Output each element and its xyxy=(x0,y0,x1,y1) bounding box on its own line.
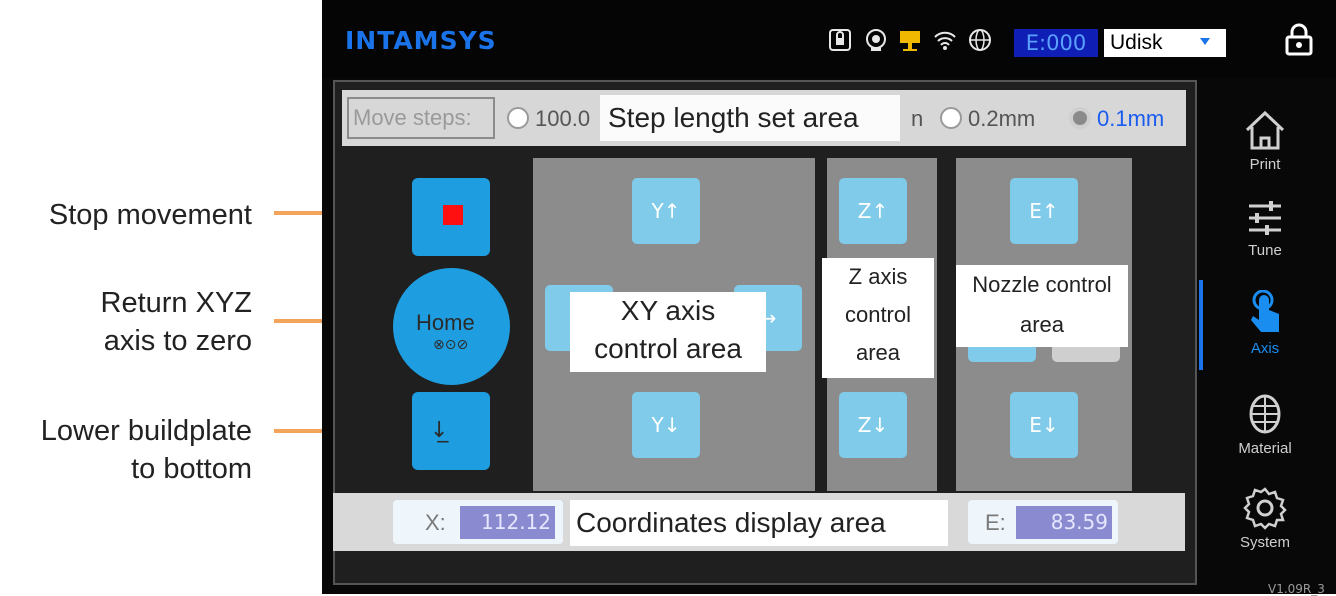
globe-icon xyxy=(968,28,992,52)
y-up-button[interactable]: Y↑ xyxy=(632,178,700,244)
z-down-button[interactable]: Z↓ xyxy=(839,392,907,458)
step-area-label: Step length set area xyxy=(600,95,900,141)
stop-icon xyxy=(443,205,463,225)
nav-system-label: System xyxy=(1239,534,1290,551)
step-radio-02[interactable] xyxy=(940,107,962,129)
nav-tune[interactable]: Tune xyxy=(1210,198,1320,259)
z-area-label-line1: Z axis xyxy=(848,264,908,289)
active-nav-indicator xyxy=(1199,280,1203,370)
callout-lower: Lower buildplate to bottom xyxy=(0,412,252,488)
nozzle-area-label: Nozzle control area xyxy=(956,265,1128,347)
z-area-label: Z axis control area xyxy=(822,258,934,378)
callout-home: Return XYZ axis to zero xyxy=(0,284,253,360)
step-radio-01[interactable] xyxy=(1069,107,1091,129)
z-up-button[interactable]: Z↑ xyxy=(839,178,907,244)
nav-axis-label: Axis xyxy=(1250,340,1280,357)
e-coord-value: 83.59 xyxy=(1016,506,1112,539)
usb-lock-icon xyxy=(828,28,852,52)
lock-icon[interactable] xyxy=(1285,22,1313,56)
callout-lower-line2: to bottom xyxy=(131,453,252,485)
step-option-01[interactable]: 0.1mm xyxy=(1097,106,1164,132)
lower-icon: ↓̲ xyxy=(430,418,449,443)
sliders-icon xyxy=(1249,201,1281,235)
gear-icon xyxy=(1243,487,1287,530)
x-coord-value: 112.12 xyxy=(460,506,555,539)
callout-home-line1: Return XYZ xyxy=(100,287,253,319)
move-steps-label: Move steps: xyxy=(347,97,495,139)
nav-system[interactable]: System xyxy=(1210,486,1320,551)
xyz-icons: ⊗⊙⊘ xyxy=(433,337,469,353)
nav-print-label: Print xyxy=(1249,156,1281,173)
callout-lower-line1: Lower buildplate xyxy=(40,415,252,447)
error-counter: E:000 xyxy=(1014,29,1098,57)
camera-icon xyxy=(864,28,888,52)
lower-buildplate-button[interactable] xyxy=(412,392,490,470)
step-option-100[interactable]: 100.0 xyxy=(535,106,590,132)
step-option-partial[interactable]: n xyxy=(911,106,923,132)
nav-material[interactable]: Material xyxy=(1210,392,1320,457)
e-up-button[interactable]: E↑ xyxy=(1010,178,1078,244)
step-radio-100[interactable] xyxy=(507,107,529,129)
xy-area-label: XY axis control area xyxy=(570,292,766,372)
nav-material-label: Material xyxy=(1238,440,1292,457)
e-coord-label: E: xyxy=(985,510,1006,535)
z-area-label-line2: control xyxy=(844,302,912,327)
nav-axis[interactable]: Axis xyxy=(1210,289,1320,357)
coordinates-area-label: Coordinates display area xyxy=(570,500,948,546)
x-coord-label: X: xyxy=(425,510,446,535)
home-label: Home xyxy=(416,310,475,335)
y-down-button[interactable]: Y↓ xyxy=(632,392,700,458)
wifi-icon xyxy=(933,28,957,52)
xy-area-label-line2: control area xyxy=(594,333,742,364)
step-option-02[interactable]: 0.2mm xyxy=(968,106,1035,132)
network-icon xyxy=(898,28,922,52)
hand-pointer-icon xyxy=(1251,289,1279,332)
callout-home-line2: axis to zero xyxy=(103,325,252,357)
z-area-label-line3: area xyxy=(855,340,901,365)
nav-print[interactable]: Print xyxy=(1210,108,1320,173)
nozzle-area-label-line2: area xyxy=(1019,312,1065,337)
spool-icon xyxy=(1249,394,1281,434)
e-down-button[interactable]: E↓ xyxy=(1010,392,1078,458)
brand-logo: INTAMSYS xyxy=(345,26,497,55)
nav-tune-label: Tune xyxy=(1248,242,1282,259)
nozzle-area-label-line1: Nozzle control xyxy=(972,272,1112,297)
xy-area-label-line1: XY axis xyxy=(620,295,716,326)
chevron-down-icon[interactable] xyxy=(1200,38,1210,45)
home-icon xyxy=(1245,110,1285,150)
callout-stop: Stop movement xyxy=(48,199,252,231)
